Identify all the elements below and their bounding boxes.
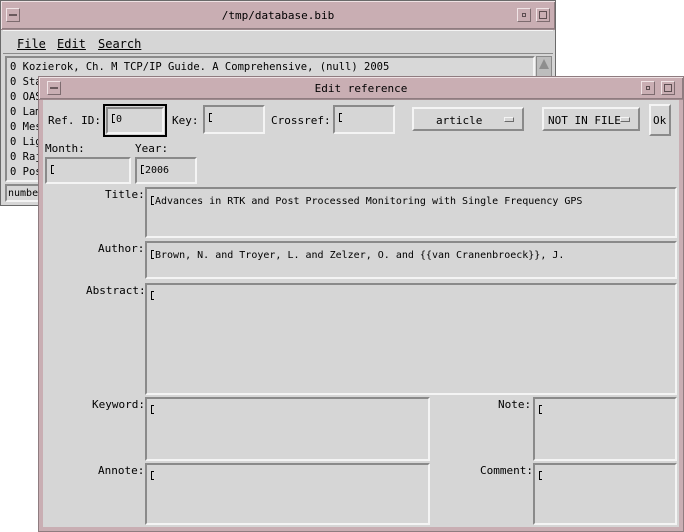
minimize-icon[interactable] [517,8,531,22]
file-status-value: NOT IN FILE [548,114,621,127]
text-cursor-icon [51,165,54,174]
list-item[interactable]: 0 Raj [10,151,42,163]
ok-button[interactable]: Ok [649,104,671,136]
dialog-titlebar[interactable]: Edit reference [39,77,683,100]
entry-type-value: article [436,114,482,127]
ok-button-label: Ok [653,114,666,127]
list-item[interactable]: 0 Kozierok, Ch. M TCP/IP Guide. A Compre… [10,61,389,73]
comment-label: Comment: [480,464,533,477]
menu-search[interactable]: Search [98,37,141,51]
year-value: 2006 [145,165,169,176]
text-cursor-icon [151,291,154,300]
ref-id-value: 0 [116,114,122,125]
dialog-title: Edit reference [39,82,683,95]
comment-input[interactable] [533,463,677,525]
menu-bar: File Edit Search [3,30,553,54]
annote-input[interactable] [145,463,430,525]
text-cursor-icon [339,113,342,122]
text-cursor-icon [151,471,154,480]
text-cursor-icon [539,471,542,480]
list-item[interactable]: 0 Lam [10,106,42,118]
month-label: Month: [45,142,85,155]
key-input[interactable] [203,105,265,134]
text-cursor-icon [209,113,212,122]
crossref-input[interactable] [333,105,395,134]
keyword-input[interactable] [145,397,430,461]
text-cursor-icon [151,196,154,205]
text-cursor-icon [112,114,115,123]
main-titlebar[interactable]: /tmp/database.bib [1,1,555,30]
list-item[interactable]: 0 Lig [10,136,42,148]
maximize-icon[interactable] [661,81,675,95]
text-cursor-icon [141,165,144,174]
annote-label: Annote: [98,464,144,477]
title-input[interactable]: Advances in RTK and Post Processed Monit… [145,187,677,238]
note-label: Note: [498,398,531,411]
option-menu-indicator-icon [620,117,630,122]
text-cursor-icon [539,405,542,414]
note-input[interactable] [533,397,677,461]
month-input[interactable] [45,157,131,184]
title-label: Title: [105,188,145,201]
author-value: Brown, N. and Troyer, L. and Zelzer, O. … [155,250,564,261]
main-window-title: /tmp/database.bib [1,9,555,22]
abstract-label: Abstract: [86,284,146,297]
entry-type-select[interactable]: article [412,107,524,131]
year-label: Year: [135,142,168,155]
ref-id-input[interactable]: 0 [106,107,164,134]
file-status-select[interactable]: NOT IN FILE [542,107,640,131]
author-label: Author: [98,242,144,255]
text-cursor-icon [151,405,154,414]
list-item[interactable]: 0 Mes [10,121,42,133]
ref-id-label: Ref. ID: [48,114,101,127]
edit-reference-dialog: Edit reference Ref. ID: 0 Key: Crossref:… [38,76,684,532]
maximize-icon[interactable] [536,8,550,22]
year-input[interactable]: 2006 [135,157,197,184]
scroll-up-arrow-icon[interactable] [539,59,549,69]
minimize-icon[interactable] [641,81,655,95]
abstract-input[interactable] [145,283,677,395]
crossref-label: Crossref: [271,114,331,127]
option-menu-indicator-icon [504,117,514,122]
key-label: Key: [172,114,199,127]
menu-file[interactable]: File [17,37,46,51]
title-value: Advances in RTK and Post Processed Monit… [155,196,582,207]
list-item[interactable]: 0 OAS [10,91,42,103]
list-item[interactable]: 0 Sta [10,76,42,88]
author-input[interactable]: Brown, N. and Troyer, L. and Zelzer, O. … [145,241,677,279]
menu-edit[interactable]: Edit [57,37,86,51]
list-item[interactable]: 0 Pos [10,166,42,178]
text-cursor-icon [151,250,154,259]
keyword-label: Keyword: [92,398,145,411]
